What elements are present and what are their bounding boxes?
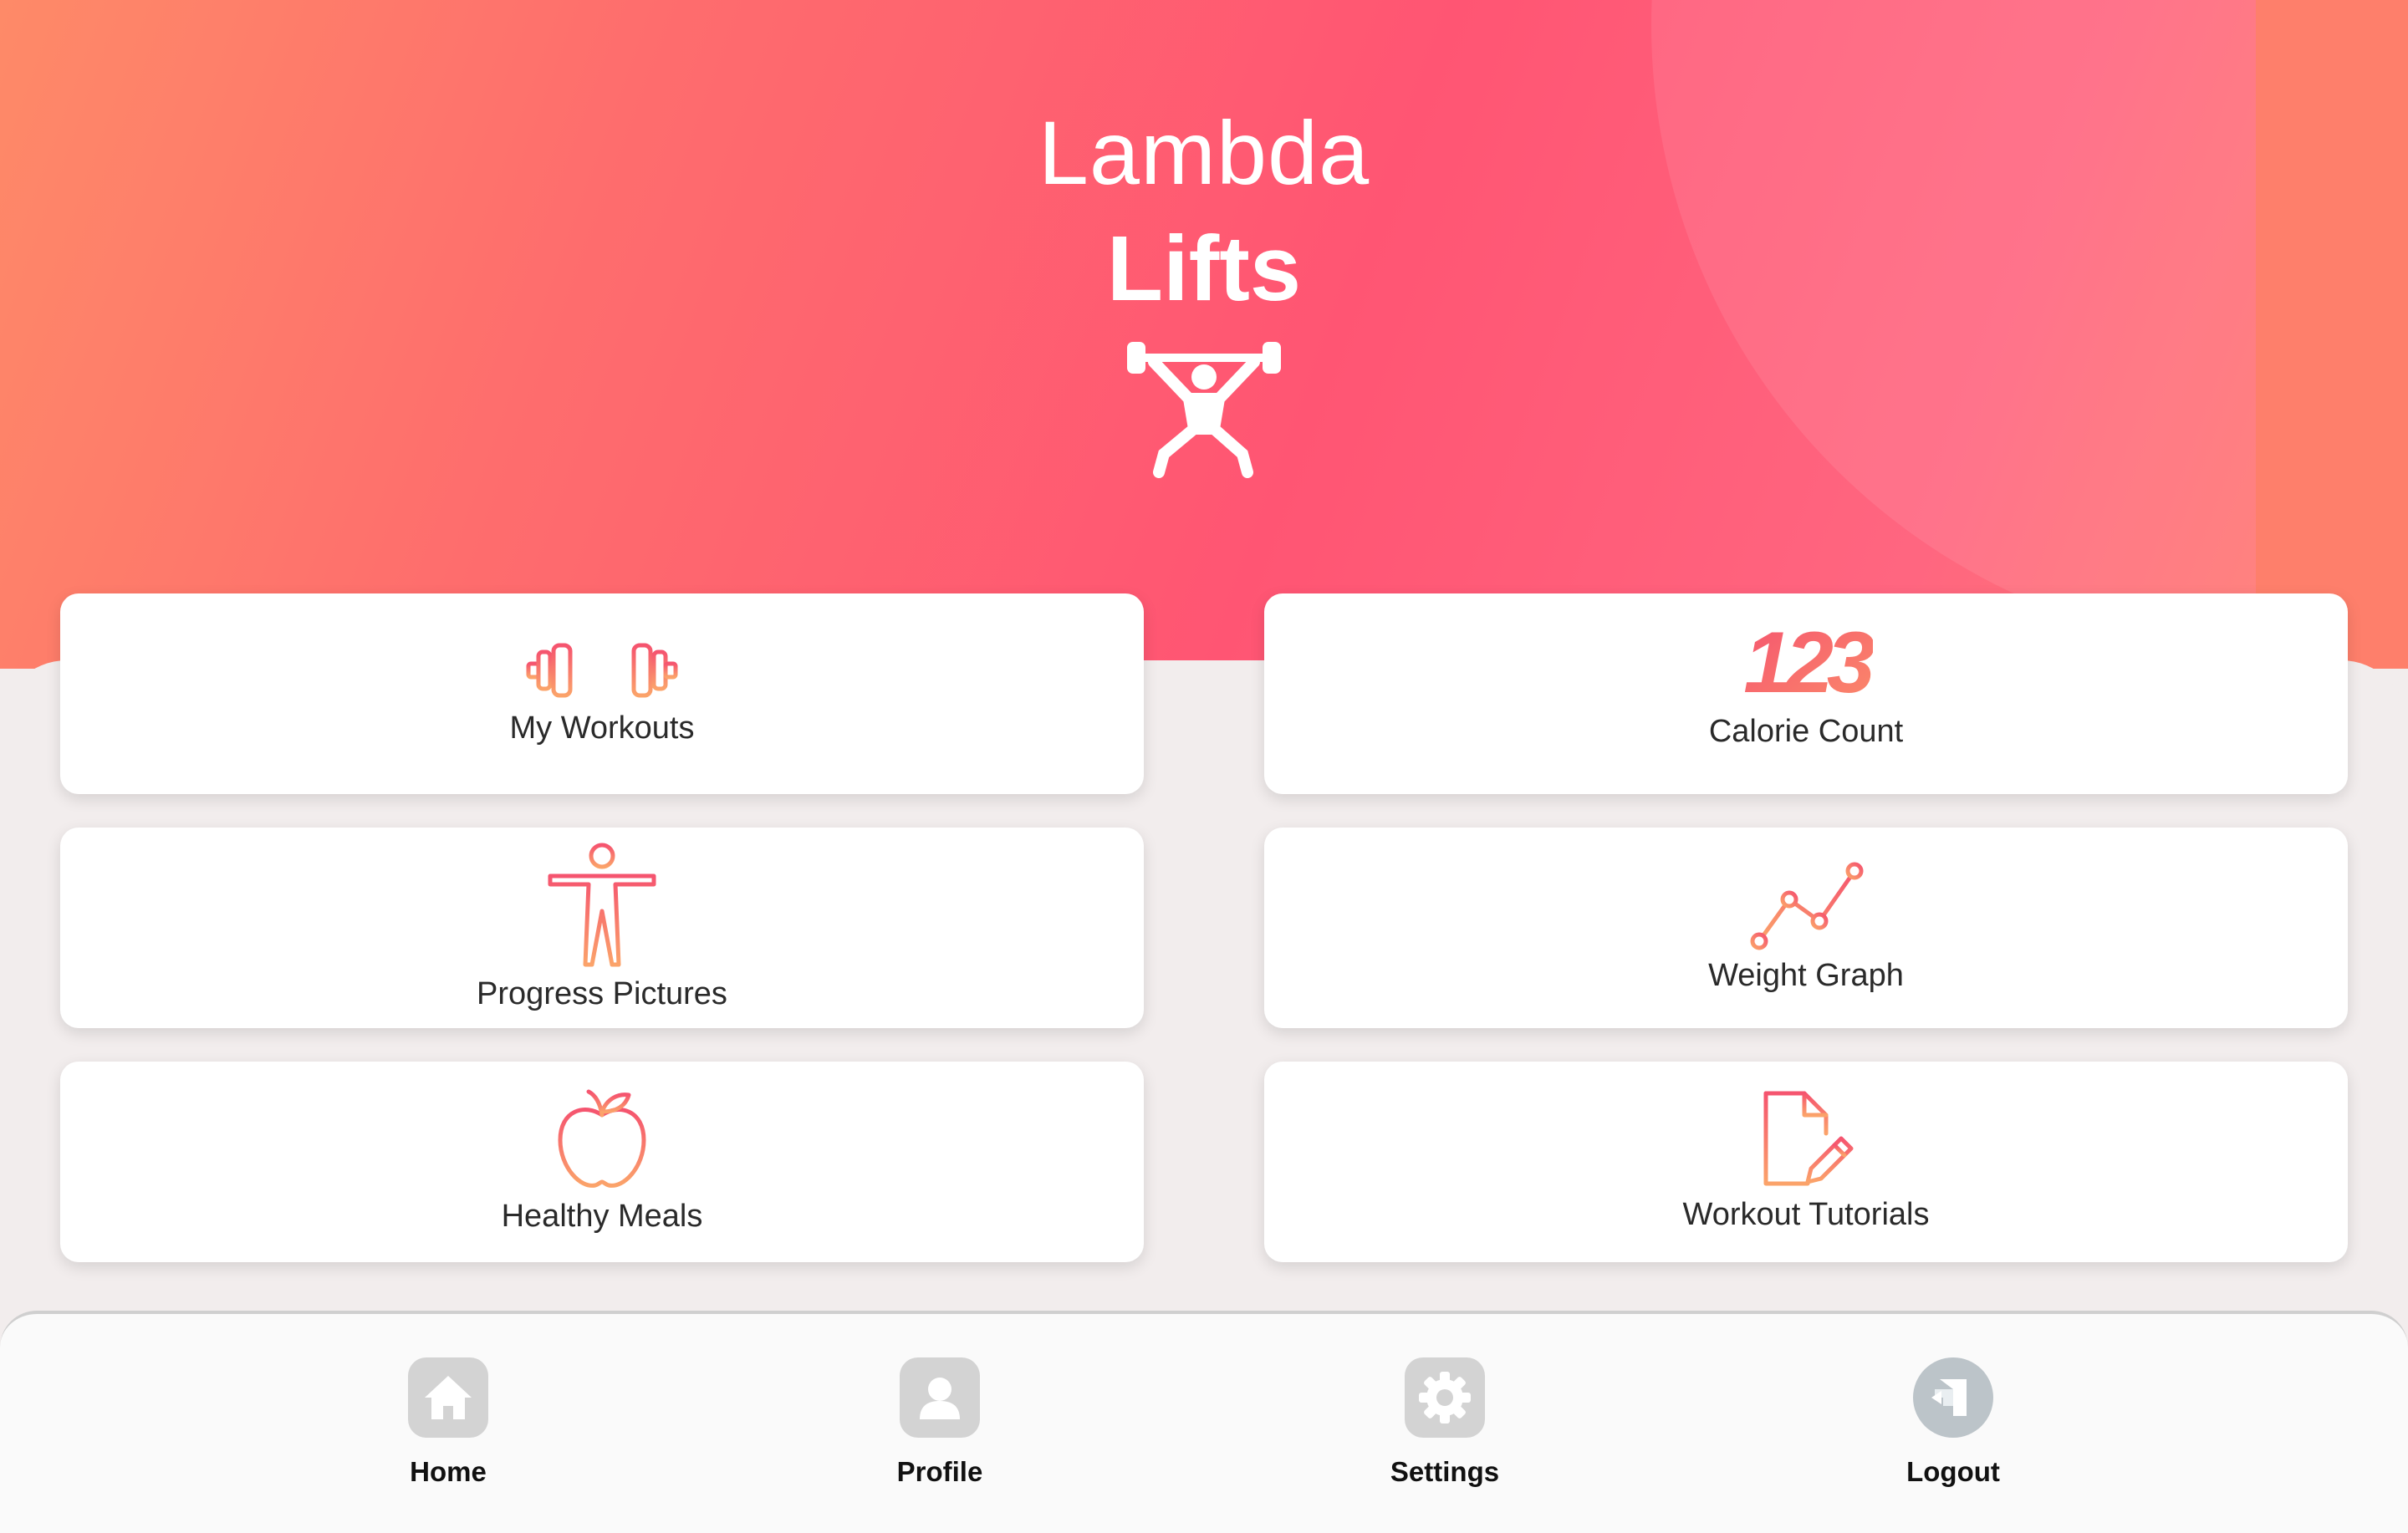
tab-label: Settings	[1390, 1456, 1500, 1487]
healthy-meals-tile[interactable]: Healthy Meals	[60, 1062, 1144, 1262]
body-figure-icon	[548, 843, 656, 967]
tile-label: Healthy Meals	[501, 1199, 703, 1234]
tile-label: My Workouts	[509, 710, 695, 746]
weight-graph-tile[interactable]: Weight Graph	[1264, 828, 2348, 1028]
progress-pictures-tile[interactable]: Progress Pictures	[60, 828, 1144, 1028]
tile-label: Progress Pictures	[477, 976, 727, 1011]
home-icon	[408, 1357, 488, 1438]
tile-label: Workout Tutorials	[1682, 1197, 1930, 1232]
weightlifter-icon	[1127, 342, 1281, 478]
logout-icon	[1913, 1357, 1993, 1438]
tab-label: Profile	[896, 1456, 983, 1487]
my-workouts-tile[interactable]: My Workouts	[60, 593, 1144, 794]
tab-home[interactable]: Home	[323, 1347, 574, 1515]
tab-profile[interactable]: Profile	[814, 1347, 1065, 1515]
document-edit-icon	[1763, 1091, 1854, 1186]
tab-label: Home	[410, 1456, 487, 1487]
workout-tutorials-tile[interactable]: Workout Tutorials	[1264, 1062, 2348, 1262]
svg-text:123: 123	[1743, 619, 1873, 702]
tile-label: Calorie Count	[1708, 714, 1904, 749]
tab-settings[interactable]: Settings	[1319, 1347, 1570, 1515]
gear-icon	[1405, 1357, 1485, 1438]
tab-logout[interactable]: Logout	[1828, 1347, 2079, 1515]
line-graph-icon	[1750, 862, 1864, 950]
apple-icon	[558, 1089, 646, 1188]
brand-title-line1: Lambda	[1038, 102, 1370, 203]
brand-title-line2: Lifts	[1106, 217, 1302, 320]
numbers-123-icon: 123	[1743, 619, 1873, 702]
dumbbell-icon	[526, 643, 678, 698]
tab-label: Logout	[1906, 1456, 2000, 1487]
bottom-tab-bar: Home Profile Settings Logout	[0, 1311, 2408, 1533]
profile-icon	[900, 1357, 980, 1438]
calorie-count-tile[interactable]: 123 Calorie Count	[1264, 593, 2348, 794]
tile-label: Weight Graph	[1708, 958, 1904, 993]
